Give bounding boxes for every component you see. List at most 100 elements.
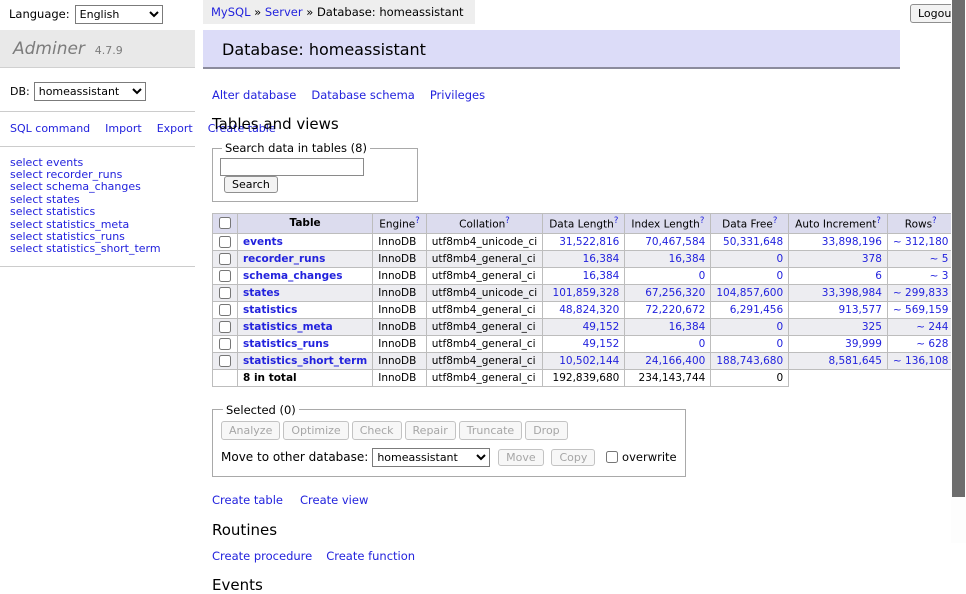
row-checkbox[interactable]: [219, 253, 231, 265]
auto-increment-link[interactable]: 39,999: [845, 338, 882, 350]
data-length-cell: 101,859,328: [543, 284, 625, 301]
table-name-link[interactable]: states: [243, 287, 280, 299]
create-function-link[interactable]: Create function: [326, 549, 415, 563]
rows-cell: ~ 3: [887, 267, 954, 284]
search-button[interactable]: Search: [224, 176, 278, 193]
app-name[interactable]: Adminer: [13, 39, 85, 59]
data-free-link[interactable]: 188,743,680: [716, 355, 783, 367]
rows-link[interactable]: ~ 312,180: [893, 236, 949, 248]
index-length-link[interactable]: 24,166,400: [645, 355, 705, 367]
row-checkbox-cell: [213, 301, 238, 318]
index-length-link[interactable]: 16,384: [669, 253, 706, 265]
help-link[interactable]: ?: [876, 216, 881, 226]
create-procedure-link[interactable]: Create procedure: [212, 549, 312, 563]
sidebar: Language:English Adminer 4.7.9 DB:homeas…: [0, 0, 195, 277]
index-length-link[interactable]: 70,467,584: [645, 236, 705, 248]
row-checkbox[interactable]: [219, 321, 231, 333]
auto-increment-link[interactable]: 913,577: [839, 304, 882, 316]
breadcrumb-item[interactable]: MySQL: [211, 5, 251, 19]
events-heading: Events: [212, 576, 900, 594]
overwrite-checkbox[interactable]: [606, 451, 618, 463]
help-link[interactable]: ?: [773, 216, 778, 226]
scrollbar-thumb[interactable]: [952, 0, 965, 497]
rows-link[interactable]: ~ 5: [930, 253, 949, 265]
select-all-checkbox[interactable]: [219, 217, 231, 229]
auto-increment-link[interactable]: 8,581,645: [828, 355, 881, 367]
data-length-cell: 49,152: [543, 335, 625, 352]
data-length-link[interactable]: 101,859,328: [553, 287, 620, 299]
table-name-link[interactable]: statistics_short_term: [243, 355, 367, 367]
rows-link[interactable]: ~ 569,159: [893, 304, 949, 316]
data-free-link[interactable]: 0: [776, 338, 783, 350]
rows-link[interactable]: ~ 628: [916, 338, 948, 350]
table-name-link[interactable]: events: [243, 236, 283, 248]
database-schema-link[interactable]: Database schema: [311, 88, 414, 102]
column-header-label: Data Free: [722, 219, 773, 231]
help-link[interactable]: ?: [614, 216, 619, 226]
sidebar-action-sql-command[interactable]: SQL command: [10, 122, 90, 135]
row-checkbox[interactable]: [219, 287, 231, 299]
rows-link[interactable]: ~ 136,108: [893, 355, 949, 367]
privileges-link[interactable]: Privileges: [430, 88, 485, 102]
sidebar-action-import[interactable]: Import: [105, 122, 142, 135]
move-database-select[interactable]: homeassistant: [372, 448, 490, 467]
collation-cell: utf8mb4_general_ci: [426, 267, 542, 284]
alter-database-link[interactable]: Alter database: [212, 88, 296, 102]
table-name-link[interactable]: statistics_runs: [243, 338, 329, 350]
sidebar-action-export[interactable]: Export: [157, 122, 193, 135]
help-link[interactable]: ?: [700, 216, 705, 226]
sidebar-select-link[interactable]: select statistics: [10, 206, 195, 218]
data-length-link[interactable]: 16,384: [583, 253, 620, 265]
data-free-link[interactable]: 104,857,600: [716, 287, 783, 299]
data-free-cell: 104,857,600: [711, 284, 789, 301]
rows-link[interactable]: ~ 244: [916, 321, 948, 333]
help-link[interactable]: ?: [932, 216, 937, 226]
index-length-link[interactable]: 16,384: [669, 321, 706, 333]
data-length-link[interactable]: 48,824,320: [559, 304, 619, 316]
search-input[interactable]: [220, 158, 364, 176]
sidebar-select-link[interactable]: select statistics_short_term: [10, 243, 195, 255]
data-length-link[interactable]: 49,152: [583, 338, 620, 350]
column-header-rows: Rows?: [887, 214, 954, 234]
help-link[interactable]: ?: [415, 216, 420, 226]
data-free-link[interactable]: 0: [776, 321, 783, 333]
breadcrumb-item[interactable]: Server: [265, 5, 303, 19]
table-name-link[interactable]: statistics_meta: [243, 321, 333, 333]
data-length-link[interactable]: 10,502,144: [559, 355, 619, 367]
index-length-cell: 0: [625, 335, 711, 352]
row-checkbox[interactable]: [219, 270, 231, 282]
data-length-link[interactable]: 49,152: [583, 321, 620, 333]
rows-link[interactable]: ~ 299,833: [893, 287, 949, 299]
db-select[interactable]: homeassistant: [34, 82, 146, 101]
index-length-link[interactable]: 72,220,672: [645, 304, 705, 316]
data-length-link[interactable]: 31,522,816: [559, 236, 619, 248]
row-checkbox[interactable]: [219, 236, 231, 248]
data-free-link[interactable]: 50,331,648: [723, 236, 783, 248]
row-checkbox[interactable]: [219, 304, 231, 316]
data-free-link[interactable]: 0: [776, 270, 783, 282]
create-view-link[interactable]: Create view: [300, 493, 368, 507]
auto-increment-link[interactable]: 378: [862, 253, 882, 265]
rows-link[interactable]: ~ 3: [930, 270, 949, 282]
data-free-link[interactable]: 0: [776, 253, 783, 265]
auto-increment-link[interactable]: 33,398,984: [822, 287, 882, 299]
language-select[interactable]: English: [75, 5, 163, 24]
row-checkbox[interactable]: [219, 355, 231, 367]
table-name-link[interactable]: statistics: [243, 304, 297, 316]
auto-increment-link[interactable]: 33,898,196: [822, 236, 882, 248]
create-table-link[interactable]: Create table: [212, 493, 283, 507]
sidebar-select-link[interactable]: select schema_changes: [10, 181, 195, 193]
row-checkbox[interactable]: [219, 338, 231, 350]
index-length-link[interactable]: 0: [699, 338, 706, 350]
data-length-link[interactable]: 16,384: [583, 270, 620, 282]
table-name-link[interactable]: schema_changes: [243, 270, 343, 282]
index-length-link[interactable]: 0: [699, 270, 706, 282]
table-body: eventsInnoDButf8mb4_unicode_ci31,522,816…: [213, 233, 966, 369]
index-length-link[interactable]: 67,256,320: [645, 287, 705, 299]
index-length-cell: 16,384: [625, 318, 711, 335]
auto-increment-link[interactable]: 325: [862, 321, 882, 333]
table-name-link[interactable]: recorder_runs: [243, 253, 325, 265]
data-free-link[interactable]: 6,291,456: [730, 304, 783, 316]
help-link[interactable]: ?: [505, 216, 510, 226]
auto-increment-link[interactable]: 6: [875, 270, 882, 282]
